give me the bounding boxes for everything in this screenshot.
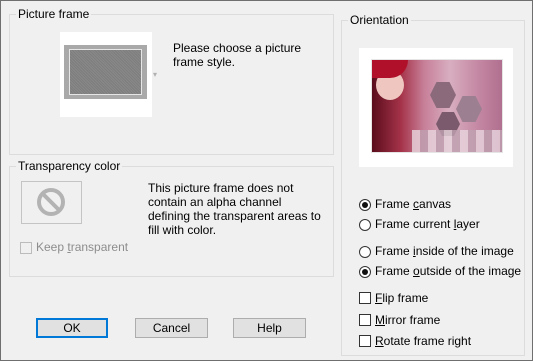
picture-frame-dialog: Picture frame ▾ Please choose a picture … (0, 0, 533, 361)
preview-image (371, 59, 503, 153)
help-button[interactable]: Help (233, 318, 306, 338)
frame-canvas-radio[interactable] (359, 199, 371, 211)
transparency-info-line4: fill with color. (148, 223, 217, 237)
transparency-info-line2: contain an alpha channel (148, 195, 282, 209)
picture-frame-group: Picture frame ▾ Please choose a picture … (9, 7, 334, 155)
not-allowed-icon (37, 188, 65, 216)
rotate-frame-right-label[interactable]: Rotate frame right (375, 334, 471, 349)
frame-inner-border (69, 49, 142, 95)
orientation-group-title: Orientation (348, 13, 411, 28)
preview-floor (412, 130, 502, 152)
frame-style-dropdown-icon[interactable]: ▾ (153, 71, 157, 79)
picture-frame-group-title: Picture frame (16, 7, 92, 22)
transparency-color-group-title: Transparency color (16, 159, 123, 174)
mirror-frame-checkbox[interactable] (359, 314, 371, 326)
keep-transparent-label[interactable]: Keep transparent (36, 240, 128, 255)
frame-inside-label[interactable]: Frame inside of the image (375, 244, 514, 259)
preview-hexagon-1 (430, 82, 456, 108)
transparency-color-swatch (21, 181, 82, 224)
orientation-group: Orientation Frame canvas Frame current l… (341, 13, 525, 356)
rotate-frame-right-checkbox[interactable] (359, 335, 371, 347)
cancel-button[interactable]: Cancel (135, 318, 208, 338)
frame-style-prompt-line1: Please choose a picture (173, 41, 302, 55)
frame-current-layer-label[interactable]: Frame current layer (375, 217, 480, 232)
transparency-info-line3: defining the transparent areas to (148, 209, 321, 223)
keep-transparent-checkbox[interactable] (20, 242, 32, 254)
frame-current-layer-radio[interactable] (359, 219, 371, 231)
preview-flowers (372, 60, 408, 78)
flip-frame-checkbox[interactable] (359, 292, 371, 304)
frame-outside-label[interactable]: Frame outside of the image (375, 264, 521, 279)
orientation-preview (359, 48, 513, 167)
flip-frame-label[interactable]: Flip frame (375, 291, 428, 306)
frame-canvas-label[interactable]: Frame canvas (375, 197, 451, 212)
preview-hexagon-2 (456, 96, 482, 122)
mirror-frame-label[interactable]: Mirror frame (375, 313, 440, 328)
frame-style-preview-button[interactable] (60, 32, 152, 117)
ok-button[interactable]: OK (36, 318, 108, 338)
transparency-info-line1: This picture frame does not (148, 181, 294, 195)
transparency-color-group: Transparency color This picture frame do… (9, 159, 334, 277)
frame-outside-radio[interactable] (359, 266, 371, 278)
frame-style-prompt-line2: frame style. (173, 55, 236, 69)
frame-style-thumbnail (64, 45, 147, 99)
frame-inside-radio[interactable] (359, 246, 371, 258)
